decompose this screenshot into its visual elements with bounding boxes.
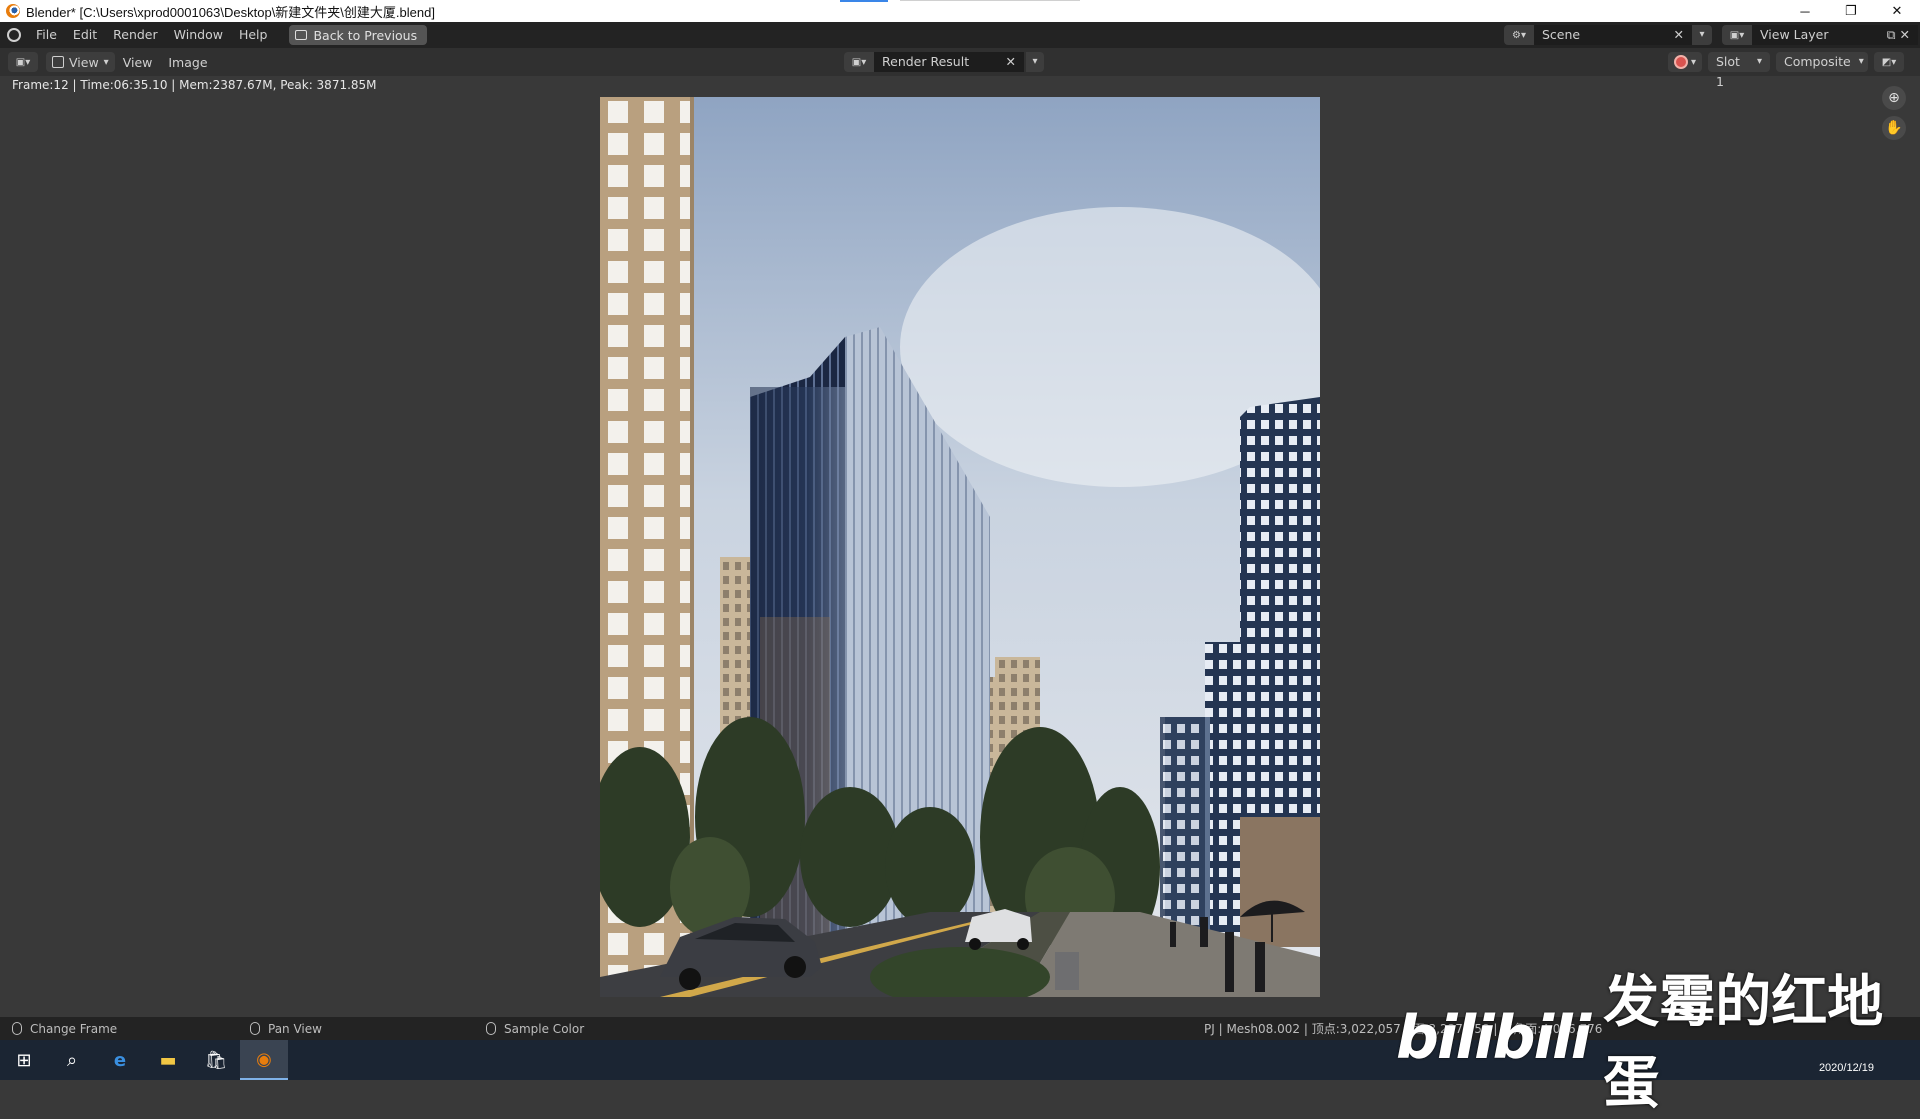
view-layer-browse-icon[interactable]: ▣▾ <box>1722 25 1752 45</box>
blender-logo-icon <box>6 4 20 18</box>
menu-render[interactable]: Render <box>105 22 166 48</box>
window-title: Blender* [C:\Users\xprod0001063\Desktop\… <box>26 4 435 20</box>
hint-pan-view-label: Pan View <box>268 1021 322 1036</box>
image-name-field[interactable]: Render Result ✕ <box>874 52 1024 72</box>
slot-dropdown[interactable]: Slot 1 ▾ <box>1708 52 1770 89</box>
blender-taskbar-icon[interactable]: ◉ <box>240 1040 288 1080</box>
chevron-down-icon: ▾ <box>103 56 109 68</box>
hint-sample-color-label: Sample Color <box>504 1021 585 1036</box>
slot-label: Slot 1 <box>1716 54 1740 89</box>
hint-change-frame: Change Frame <box>12 1022 117 1036</box>
title-accent-line <box>840 0 888 2</box>
scene-unlink-icon[interactable]: ✕ <box>1674 25 1684 45</box>
pass-dropdown[interactable]: Composite ▾ <box>1776 52 1868 72</box>
image-browse-icon[interactable]: ▣▾ <box>844 52 874 72</box>
pass-label: Composite <box>1784 54 1851 69</box>
menu-file[interactable]: File <box>28 22 65 48</box>
menu-window[interactable]: Window <box>166 22 231 48</box>
view-layer-name: View Layer <box>1760 27 1829 42</box>
search-icon[interactable]: ⌕ <box>48 1040 96 1080</box>
restore-button[interactable]: ❐ <box>1828 0 1874 22</box>
chevron-down-icon: ▾ <box>1858 56 1864 67</box>
hint-pan-view: Pan View <box>250 1022 322 1036</box>
back-to-previous-button[interactable]: Back to Previous <box>289 25 428 45</box>
menu-edit[interactable]: Edit <box>65 22 105 48</box>
screen-back-icon <box>295 30 308 40</box>
mouse-right-icon <box>486 1022 496 1035</box>
header-menu-view[interactable]: View <box>115 55 161 70</box>
image-view-icon <box>52 56 64 68</box>
image-dropdown-icon[interactable]: ▾ <box>1026 52 1044 72</box>
scene-browse-icon[interactable]: ⚙▾ <box>1504 25 1534 45</box>
menu-help[interactable]: Help <box>231 22 276 48</box>
edge-browser-icon[interactable]: e <box>96 1040 144 1080</box>
windows-start-icon[interactable]: ⊞ <box>0 1040 48 1080</box>
image-selector[interactable]: ▣▾ Render Result ✕ ▾ <box>844 52 1044 72</box>
view-layer-actions-icon[interactable]: ⧉ ✕ <box>1887 25 1910 45</box>
render-info-text: Frame:12 | Time:06:35.10 | Mem:2387.67M,… <box>12 78 377 92</box>
header-menu-image[interactable]: Image <box>160 55 215 70</box>
scene-selector[interactable]: ⚙▾ Scene ✕ ▾ <box>1504 25 1712 45</box>
pan-hand-icon[interactable]: ✋ <box>1882 116 1906 140</box>
taskbar-date: 2020/12/19 <box>1818 1062 1874 1074</box>
hint-change-frame-label: Change Frame <box>30 1021 118 1036</box>
scene-name: Scene <box>1542 27 1581 42</box>
blender-menu-icon[interactable] <box>0 22 28 48</box>
status-bar: Change Frame Pan View Sample Color PJ | … <box>0 1017 1920 1040</box>
render-result-image <box>600 97 1320 997</box>
title-divider-line <box>900 0 1080 1</box>
image-name: Render Result <box>882 54 970 69</box>
mouse-left-icon <box>12 1022 22 1035</box>
file-explorer-icon[interactable]: ▬ <box>144 1040 192 1080</box>
scene-name-field[interactable]: Scene ✕ <box>1534 25 1692 45</box>
render-slot-record-button[interactable]: ▾ <box>1668 52 1702 72</box>
view-mode-label: View <box>69 54 99 70</box>
store-icon[interactable]: 🛍 <box>192 1040 240 1080</box>
image-editor-header: ▣▾ View ▾ View Image ▣▾ Render Result ✕ … <box>0 48 1920 89</box>
minimize-button[interactable]: ─ <box>1782 0 1828 22</box>
image-unlink-icon[interactable]: ✕ <box>1006 52 1016 72</box>
city-street-render <box>600 97 1320 997</box>
scene-dropdown-icon[interactable]: ▾ <box>1692 25 1712 45</box>
windows-taskbar: ⊞ ⌕ e ▬ 🛍 ◉ 2020/12/19 <box>0 1040 1920 1080</box>
mouse-middle-icon <box>250 1022 260 1035</box>
chevron-down-icon: ▾ <box>1756 56 1762 67</box>
scene-statistics: PJ | Mesh08.002 | 顶点:3,022,057 | 面:3,237… <box>1204 1022 1603 1036</box>
close-button[interactable]: ✕ <box>1874 0 1920 22</box>
back-to-previous-label: Back to Previous <box>313 27 418 43</box>
zoom-icon[interactable]: ⊕ <box>1882 86 1906 110</box>
top-menu-bar: File Edit Render Window Help Back to Pre… <box>0 22 1920 48</box>
window-title-bar: Blender* [C:\Users\xprod0001063\Desktop\… <box>0 0 1920 22</box>
editor-type-icon[interactable]: ▣▾ <box>8 52 38 72</box>
view-mode-dropdown[interactable]: View ▾ <box>46 52 115 72</box>
view-layer-name-field[interactable]: View Layer ⧉ ✕ <box>1752 25 1918 45</box>
display-channels-icon[interactable]: ◩▾ <box>1874 52 1904 72</box>
view-layer-selector[interactable]: ▣▾ View Layer ⧉ ✕ <box>1722 25 1918 45</box>
hint-sample-color: Sample Color <box>486 1022 584 1036</box>
record-icon <box>1673 55 1688 69</box>
